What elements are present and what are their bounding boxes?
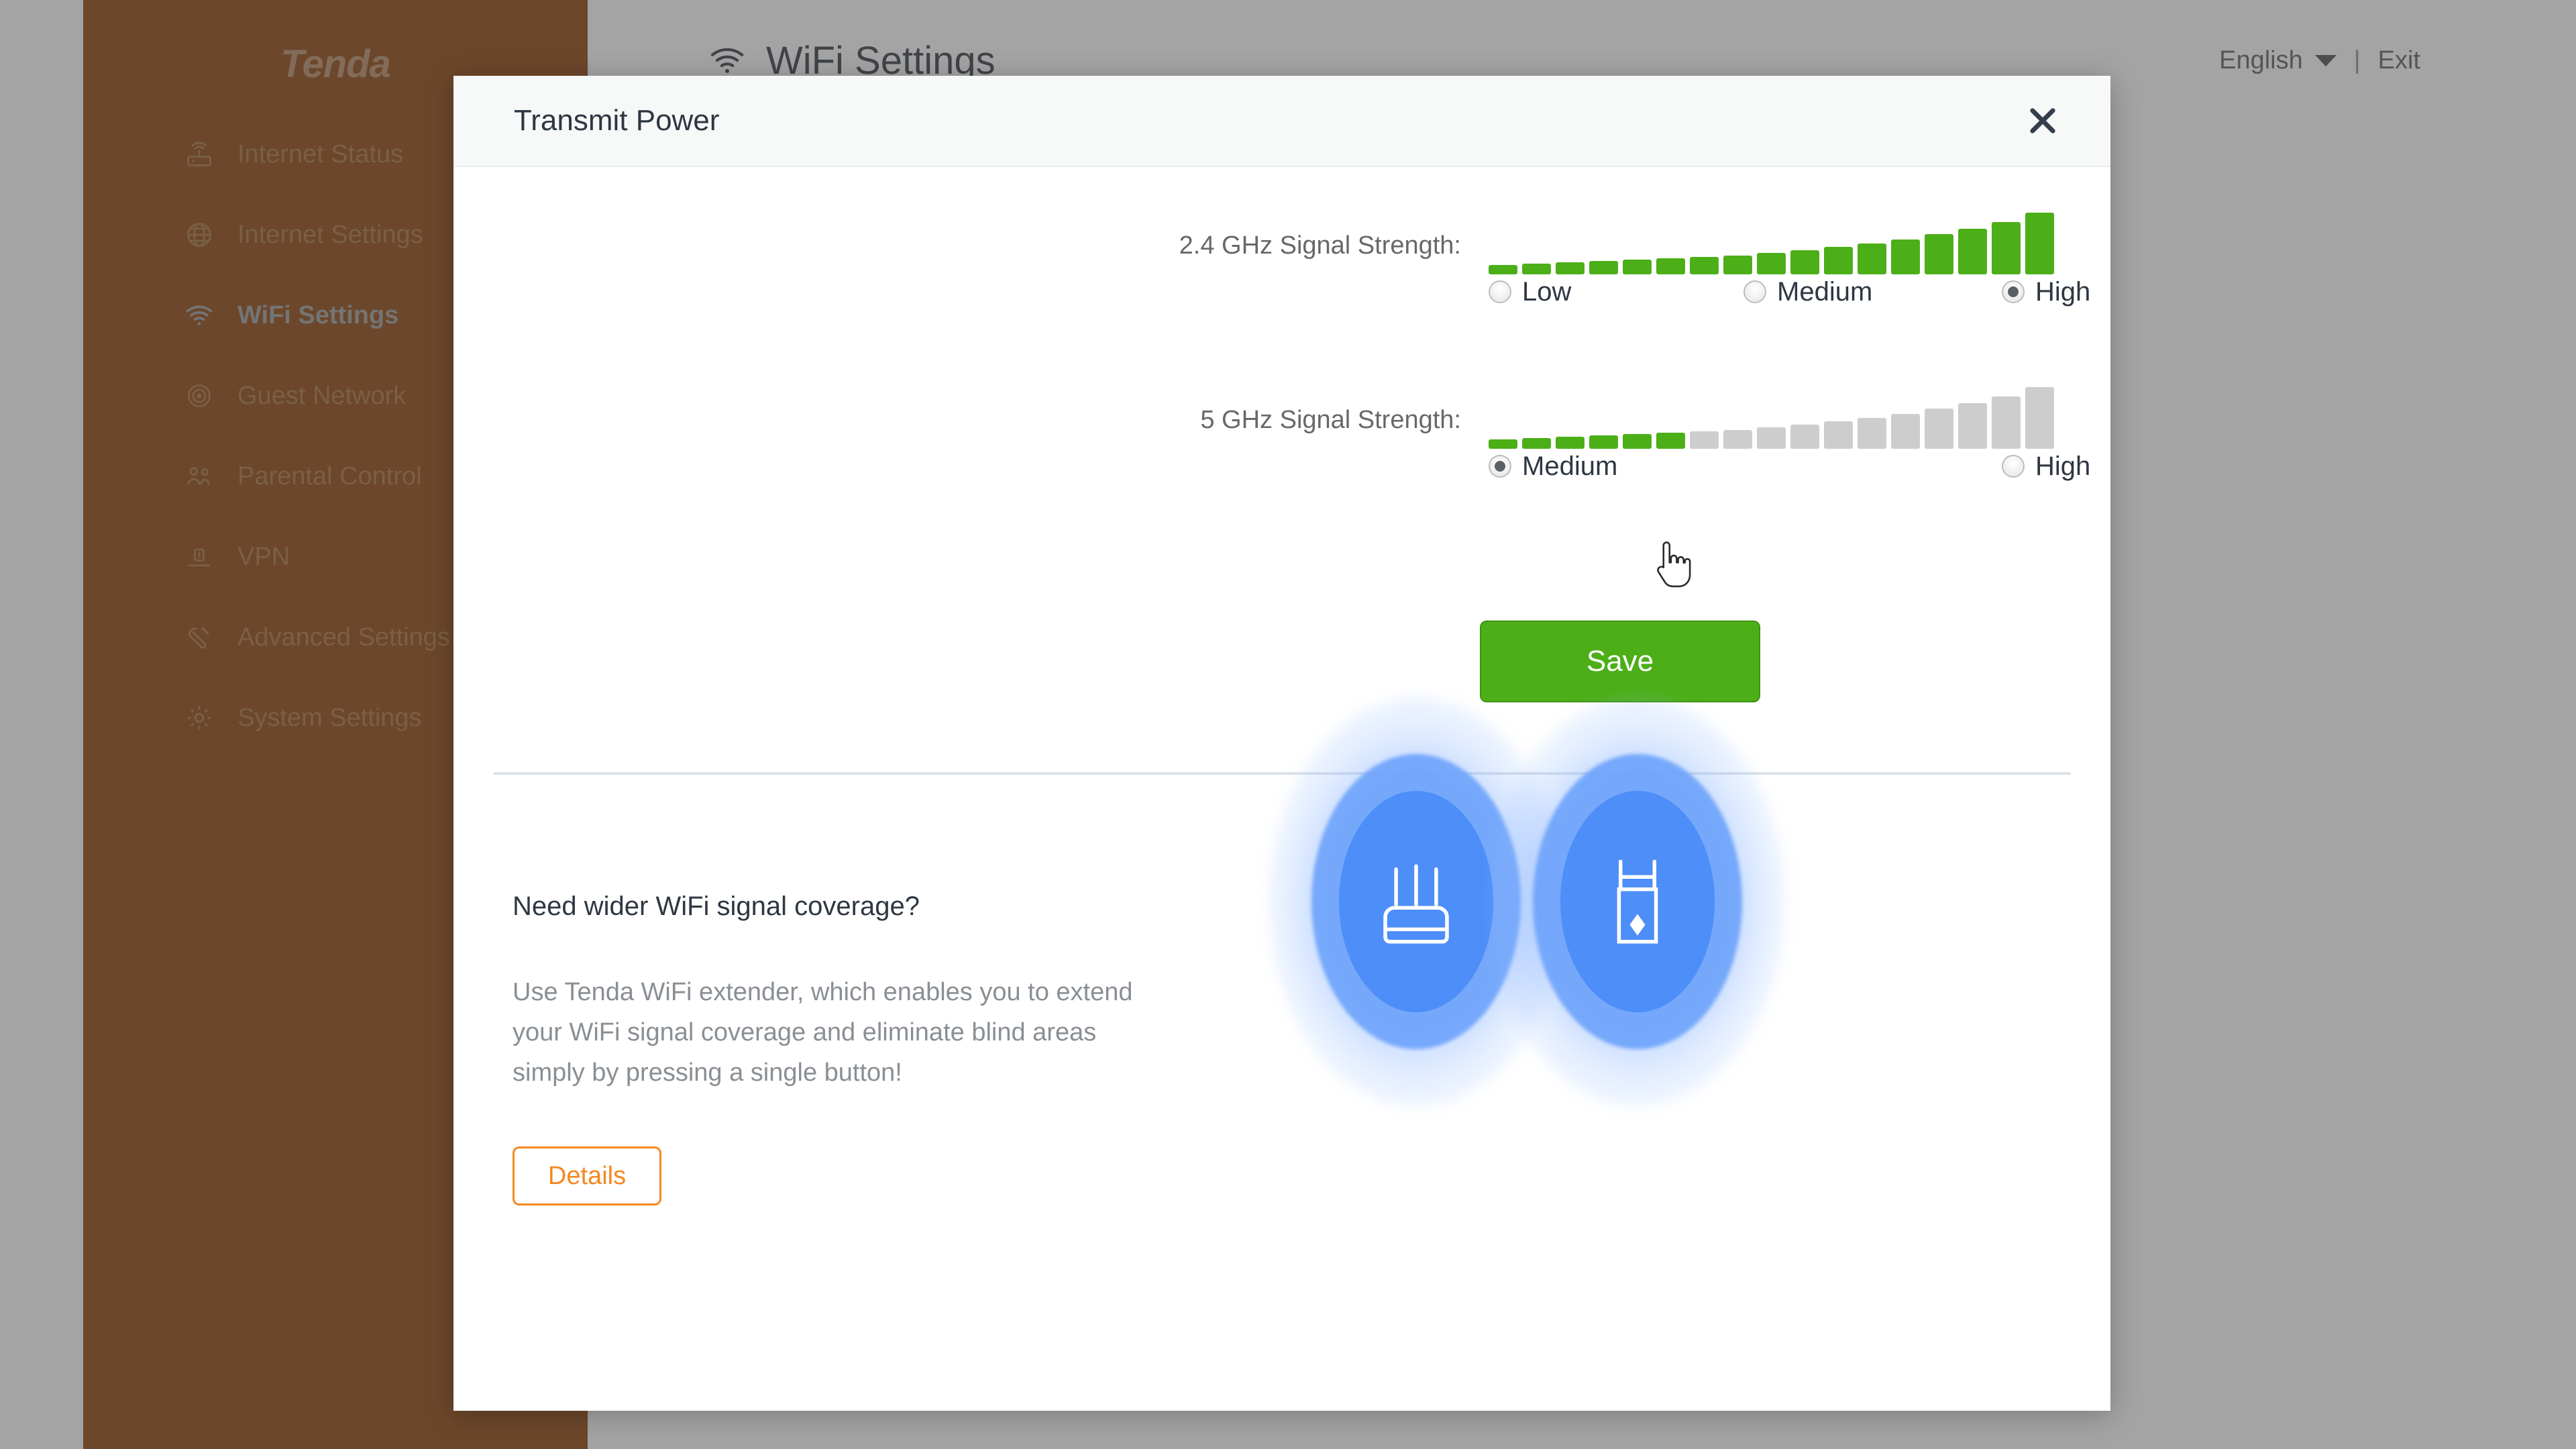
signal-bar <box>1958 403 1987 449</box>
radio-option-high[interactable]: High <box>2002 277 2090 307</box>
close-icon[interactable] <box>2019 97 2066 144</box>
signal-bar <box>1723 430 1752 449</box>
signal-bar <box>1757 427 1786 449</box>
signal-bar <box>1556 437 1585 449</box>
signal-bar <box>1858 244 1886 274</box>
signal-bar <box>1656 258 1685 274</box>
radio-option-medium[interactable]: Medium <box>1489 451 1617 482</box>
radio-label: Low <box>1522 276 1572 307</box>
signal-bar <box>2025 213 2054 274</box>
signal-bar <box>1623 260 1652 274</box>
signal-bar <box>1690 431 1719 449</box>
wifi-extender-illustration <box>1269 697 2006 1167</box>
signal-bar <box>1489 439 1517 449</box>
signal-bar <box>1623 434 1652 449</box>
signal-bar <box>1824 247 1853 274</box>
signal-bar <box>1958 229 1987 274</box>
signal-bar <box>1891 239 1920 274</box>
radio-option-medium[interactable]: Medium <box>1743 277 1872 307</box>
promo-heading: Need wider WiFi signal coverage? <box>513 892 920 921</box>
signal-bar <box>1992 222 2021 274</box>
signal-bar <box>1992 396 2021 449</box>
modal-title: Transmit Power <box>514 104 720 137</box>
signal-bar <box>1790 250 1819 274</box>
modal-header: Transmit Power <box>453 76 2110 167</box>
radio-label: High <box>2035 276 2091 307</box>
radio-dot[interactable] <box>1489 455 1511 478</box>
signal-bar <box>2025 387 2054 449</box>
signal-bar <box>1925 409 1953 449</box>
signal-strength-bars-24ghz <box>1489 207 2054 274</box>
signal-bar <box>1556 262 1585 274</box>
promo-body-text: Use Tenda WiFi extender, which enables y… <box>513 978 1133 1087</box>
signal-bar <box>1589 261 1618 274</box>
signal-bar <box>1824 421 1853 449</box>
signal-bar <box>1925 234 1953 274</box>
signal-strength-bars-5ghz <box>1489 382 2054 449</box>
signal-bar <box>1522 264 1551 274</box>
signal-bar <box>1858 418 1886 449</box>
signal-bar <box>1891 414 1920 449</box>
signal-bar <box>1757 253 1786 274</box>
signal-bar <box>1790 425 1819 449</box>
radio-label: High <box>2035 451 2091 481</box>
modal-body: 2.4 GHz Signal Strength: Low Medium High 5… <box>453 167 2110 1409</box>
band-label: 5 GHz Signal Strength: <box>1200 406 1461 434</box>
transmit-power-dialog: Transmit Power 2.4 GHz Signal Strength: … <box>453 76 2110 1411</box>
details-button[interactable]: Details <box>513 1146 661 1205</box>
signal-bar <box>1522 438 1551 449</box>
signal-bar <box>1589 435 1618 449</box>
wifi-extender-device-icon <box>1560 791 1715 1012</box>
radio-dot[interactable] <box>1743 280 1766 303</box>
router-device-icon <box>1339 791 1493 1012</box>
radio-dot[interactable] <box>2002 455 2025 478</box>
radio-option-high[interactable]: High <box>2002 451 2090 482</box>
radio-label: Medium <box>1777 276 1873 307</box>
save-button[interactable]: Save <box>1480 621 1760 702</box>
signal-bar <box>1723 256 1752 274</box>
radio-dot[interactable] <box>1489 280 1511 303</box>
signal-bar <box>1656 433 1685 449</box>
band-label: 2.4 GHz Signal Strength: <box>1179 231 1461 260</box>
signal-bar <box>1489 265 1517 274</box>
radio-label: Medium <box>1522 451 1618 481</box>
signal-bar <box>1690 257 1719 274</box>
radio-dot[interactable] <box>2002 280 2025 303</box>
router-admin-page: WiFi Settings English | Exit Tenda I <box>0 0 2576 1449</box>
radio-option-low[interactable]: Low <box>1489 277 1571 307</box>
